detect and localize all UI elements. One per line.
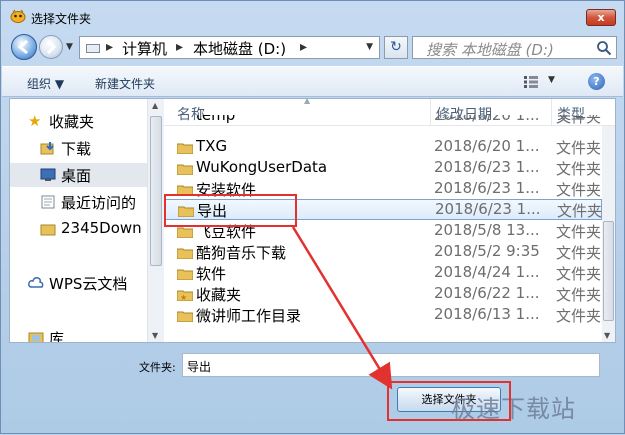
annotation-arrow xyxy=(291,226,393,390)
select-folder-dialog: 选择文件夹 x ▼ ▸ 计算机 ▸ 本地磁盘 (D:) ▸ ▼ ↻ 搜索 本地磁… xyxy=(0,0,625,434)
